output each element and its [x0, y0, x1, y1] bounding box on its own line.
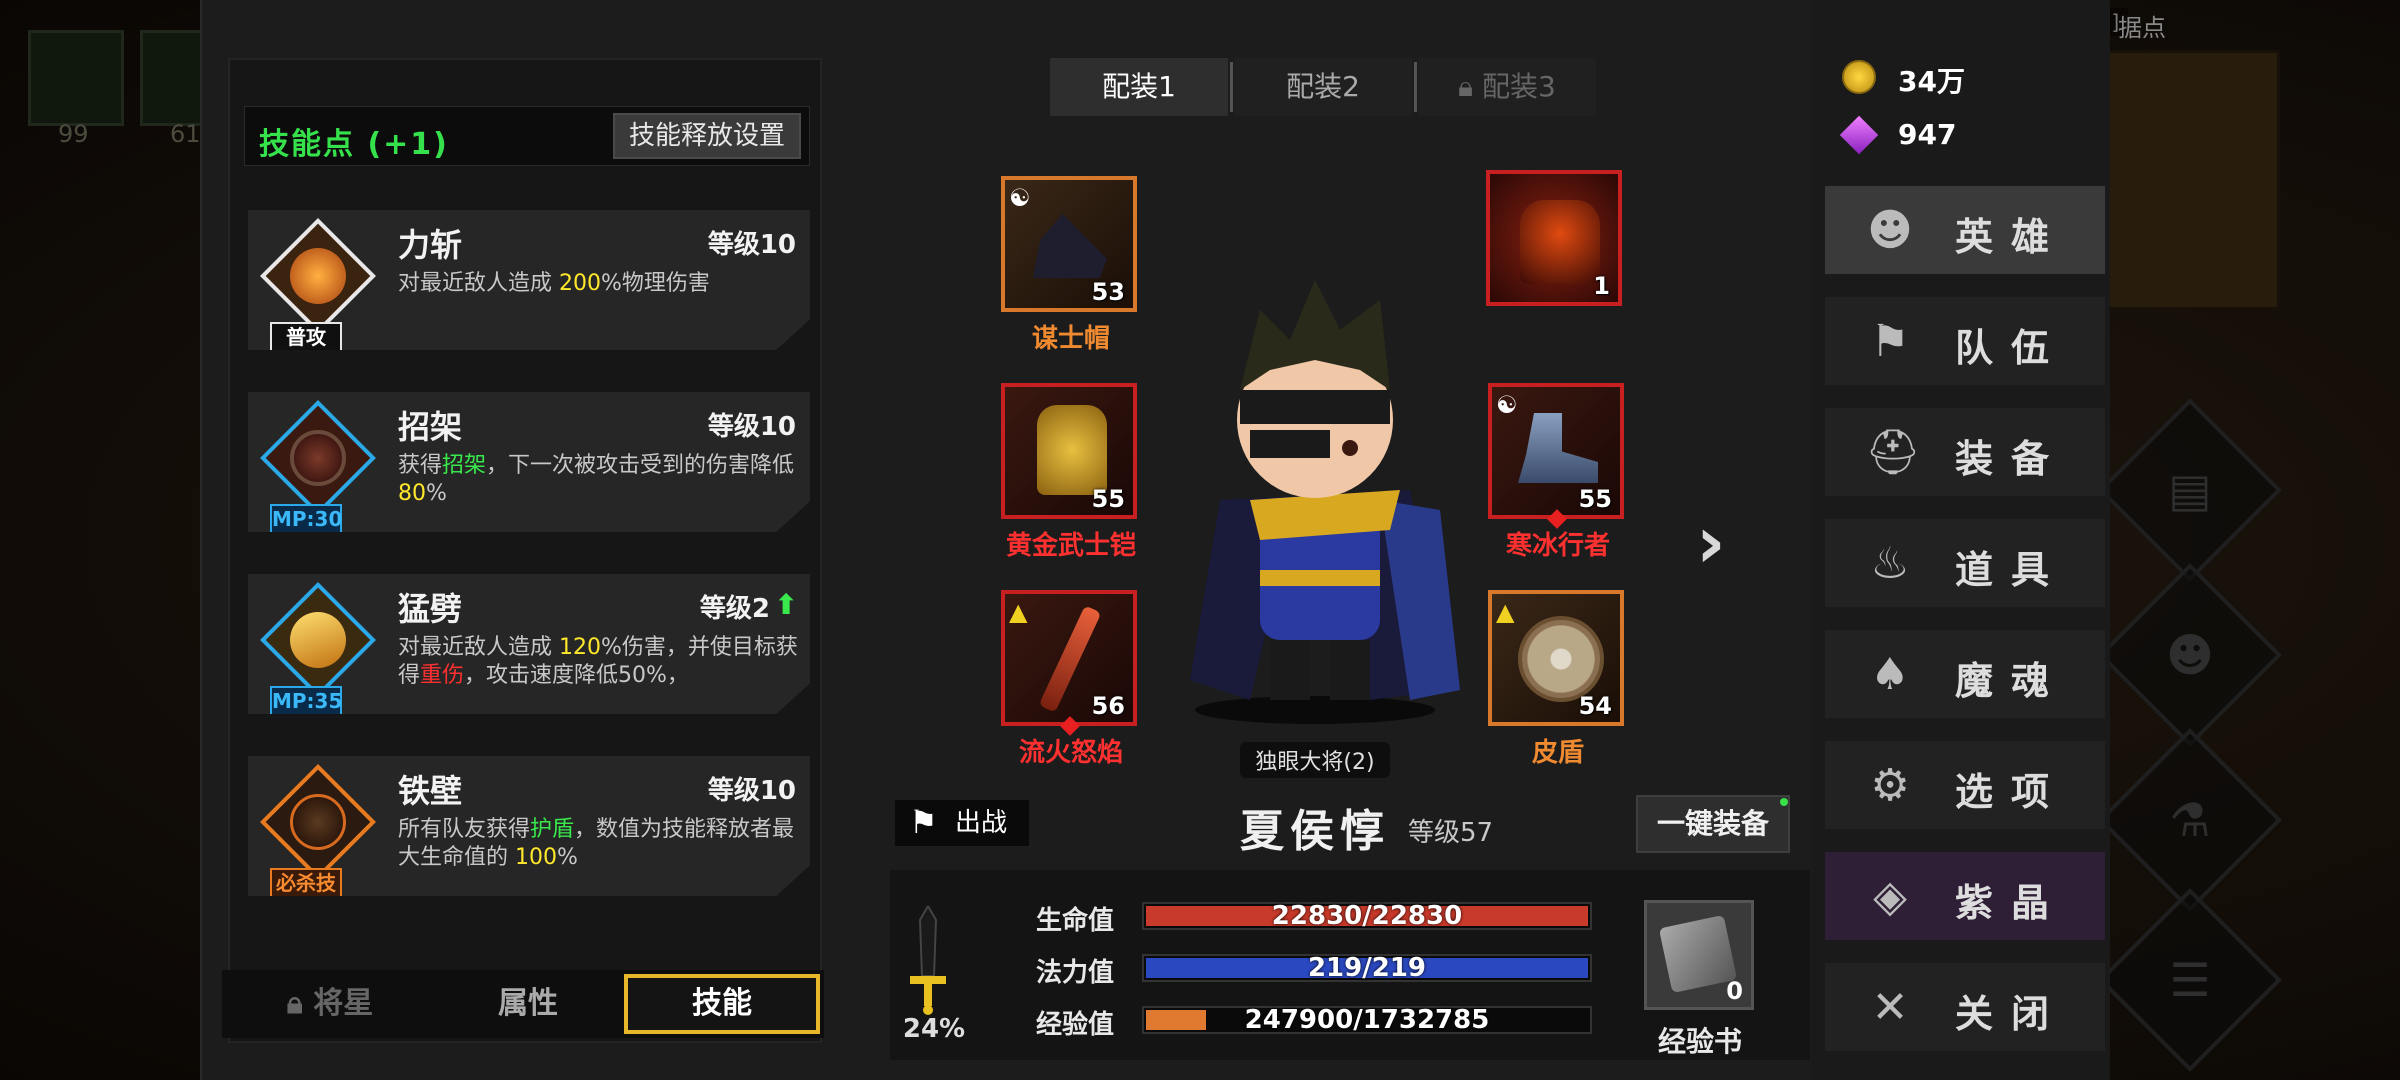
menu-options[interactable]: ⚙ 选项 [1825, 741, 2105, 829]
purple-gem-icon [1839, 115, 1879, 155]
exp-bar: 247900/1732785 [1142, 1006, 1592, 1034]
equip-name: 谋士帽 [1031, 324, 1110, 354]
crystal-icon: ◈ [1873, 871, 1907, 922]
bell-icon: ▲ [1009, 598, 1028, 626]
skill-name: 铁壁 [398, 772, 463, 810]
menu-close[interactable]: ✕ 关闭 [1825, 963, 2105, 1051]
equip-name: 皮盾 [1531, 738, 1584, 768]
skill-panel: 技能点 (+1) 技能释放设置 普攻 力斩 等级10 对最近敌人造成 200%物… [228, 58, 822, 1043]
equip-slot-artifact[interactable]: 1 [1486, 170, 1622, 306]
skill-description: 获得招架，下一次被攻击受到的伤害降低 80% [398, 453, 795, 506]
panel-tabs: 🔒︎ 将星 属性 技能 [222, 970, 824, 1038]
menu-hero[interactable]: ☻ 英雄 [1825, 186, 2105, 274]
yin-yang-icon: ☯ [1009, 184, 1031, 212]
skill-name: 招架 [398, 408, 463, 446]
skill-card[interactable]: 必杀技 铁壁 等级10 所有队友获得护盾，数值为技能释放者最大生命值的 100% [248, 756, 810, 896]
yin-yang-icon: ☯ [1496, 391, 1518, 419]
menu-soul[interactable]: ♠ 魔魂 [1825, 630, 2105, 718]
tab-star[interactable]: 🔒︎ 将星 [232, 974, 428, 1034]
menu-items[interactable]: ♨ 道具 [1825, 519, 2105, 607]
skill-description: 对最近敌人造成 120%伤害，并使目标获得重伤，攻击速度降低50%， [398, 635, 798, 688]
equip-slot-helmet[interactable]: ☯ 53 [1001, 176, 1137, 312]
loadout-tabs: 配装1 配装2 🔒︎ 配装3 [1050, 58, 1596, 116]
gem-counter: 947 [1838, 112, 2098, 158]
mp-label: 法力值 [1036, 958, 1115, 988]
equip-slot-weapon[interactable]: ▲ 56 [1001, 590, 1137, 726]
tab-skills[interactable]: 技能 [624, 974, 820, 1034]
hero-level: 等级57 [1408, 818, 1494, 848]
equip-slot-boots[interactable]: ☯ 55 [1488, 383, 1624, 519]
skill-tag: MP:35 [270, 686, 342, 714]
bg-top-label: 据点 [2118, 14, 2166, 42]
skill-tag: MP:30 [270, 504, 342, 532]
sword-power-icon [910, 906, 946, 1015]
bell-icon: ▲ [1496, 598, 1515, 626]
next-hero-arrow-icon[interactable]: › [1696, 500, 1726, 584]
power-percent: 24% [902, 1014, 966, 1044]
skill-level: 等级10 [707, 230, 796, 260]
skill-name: 猛劈 [398, 590, 463, 628]
skill-description: 对最近敌人造成 200%物理伤害 [398, 271, 710, 296]
flag-icon: ⚑ [1870, 316, 1910, 367]
skill-points-title: 技能点 (+1) [259, 127, 449, 162]
battle-button[interactable]: ⚑ 出战 [895, 800, 1029, 846]
tab-loadout-3[interactable]: 🔒︎ 配装3 [1418, 58, 1596, 116]
slash-skill-icon [260, 218, 376, 334]
skill-level: 等级10 [707, 412, 796, 442]
bag-icon: ♨ [1870, 538, 1910, 589]
gold-counter: 34万 [1838, 54, 2098, 100]
equip-slot-shield[interactable]: ▲ 54 [1488, 590, 1624, 726]
skill-release-settings-button[interactable]: 技能释放设置 [612, 113, 801, 159]
skill-card[interactable]: MP:30 招架 等级10 获得招架，下一次被攻击受到的伤害降低 80% [248, 392, 810, 532]
lock-icon: 🔒︎ [286, 986, 303, 1021]
menu-team[interactable]: ⚑ 队伍 [1825, 297, 2105, 385]
exp-book-button[interactable]: 0 [1644, 900, 1754, 1010]
hero-title: 独眼大将(2) [1240, 742, 1390, 778]
skill-tag: 必杀技 [270, 868, 342, 896]
flame-icon: ♠ [1870, 649, 1910, 700]
equip-slot-armor[interactable]: 55 [1001, 383, 1137, 519]
exp-label: 经验值 [1036, 1010, 1115, 1040]
mp-value: 219/219 [1307, 953, 1427, 983]
hero-name: 夏侯惇 [1240, 806, 1390, 857]
skill-card[interactable]: 普攻 力斩 等级10 对最近敌人造成 200%物理伤害 [248, 210, 810, 350]
menu-equipment[interactable]: ⛑ 装备 [1825, 408, 2105, 496]
tab-loadout-2[interactable]: 配装2 [1234, 58, 1412, 116]
exp-book-label: 经验书 [1657, 1025, 1742, 1058]
skill-description: 所有队友获得护盾，数值为技能释放者最大生命值的 100% [398, 817, 795, 870]
tab-loadout-1[interactable]: 配装1 [1050, 58, 1228, 116]
close-icon: ✕ [1871, 982, 1909, 1033]
parry-skill-icon [260, 400, 376, 516]
flag-icon: ⚑ [909, 803, 938, 841]
skill-name: 力斩 [398, 226, 463, 264]
skill-level: 等级10 [707, 776, 796, 806]
skill-tag: 普攻 [270, 322, 342, 350]
equip-name: 流火怒焰 [1018, 738, 1123, 768]
gear-icon: ⚙ [1870, 760, 1910, 811]
hp-label: 生命值 [1036, 906, 1115, 936]
notification-dot [1780, 798, 1788, 806]
skill-points-header: 技能点 (+1) 技能释放设置 [244, 106, 810, 166]
exp-value: 247900/1732785 [1244, 1005, 1490, 1035]
mp-bar: 219/219 [1142, 954, 1592, 982]
level-up-arrow-icon[interactable]: ⬆ [775, 588, 798, 621]
lock-icon: 🔒︎ [1458, 70, 1474, 103]
hp-bar: 22830/22830 [1142, 902, 1592, 930]
menu-amethyst[interactable]: ◈ 紫晶 [1825, 852, 2105, 940]
gold-coin-icon [1842, 60, 1876, 94]
skill-level: 等级2 [699, 594, 770, 624]
people-icon: ☻ [1867, 205, 1913, 256]
cleave-skill-icon [260, 582, 376, 698]
exp-book-count: 0 [1726, 977, 1743, 1005]
tab-attributes[interactable]: 属性 [430, 974, 626, 1034]
equip-name: 寒冰行者 [1505, 531, 1610, 561]
helmet-icon: ⛑ [1865, 427, 1921, 478]
hp-value: 22830/22830 [1271, 901, 1463, 931]
hero-portrait [1190, 280, 1460, 724]
game-screen: 99 61 ▤ ☻ ⚗ ☰ [e374f323-8bb2-4c4c-bdfd] … [0, 0, 2400, 1080]
equip-all-button[interactable]: 一键装备 [1636, 795, 1790, 853]
iron-wall-skill-icon [260, 764, 376, 880]
skill-card[interactable]: MP:35 猛劈 等级2 ⬆ 对最近敌人造成 120%伤害，并使目标获得重伤，攻… [248, 574, 810, 714]
equip-name: 黄金武士铠 [1005, 531, 1136, 561]
